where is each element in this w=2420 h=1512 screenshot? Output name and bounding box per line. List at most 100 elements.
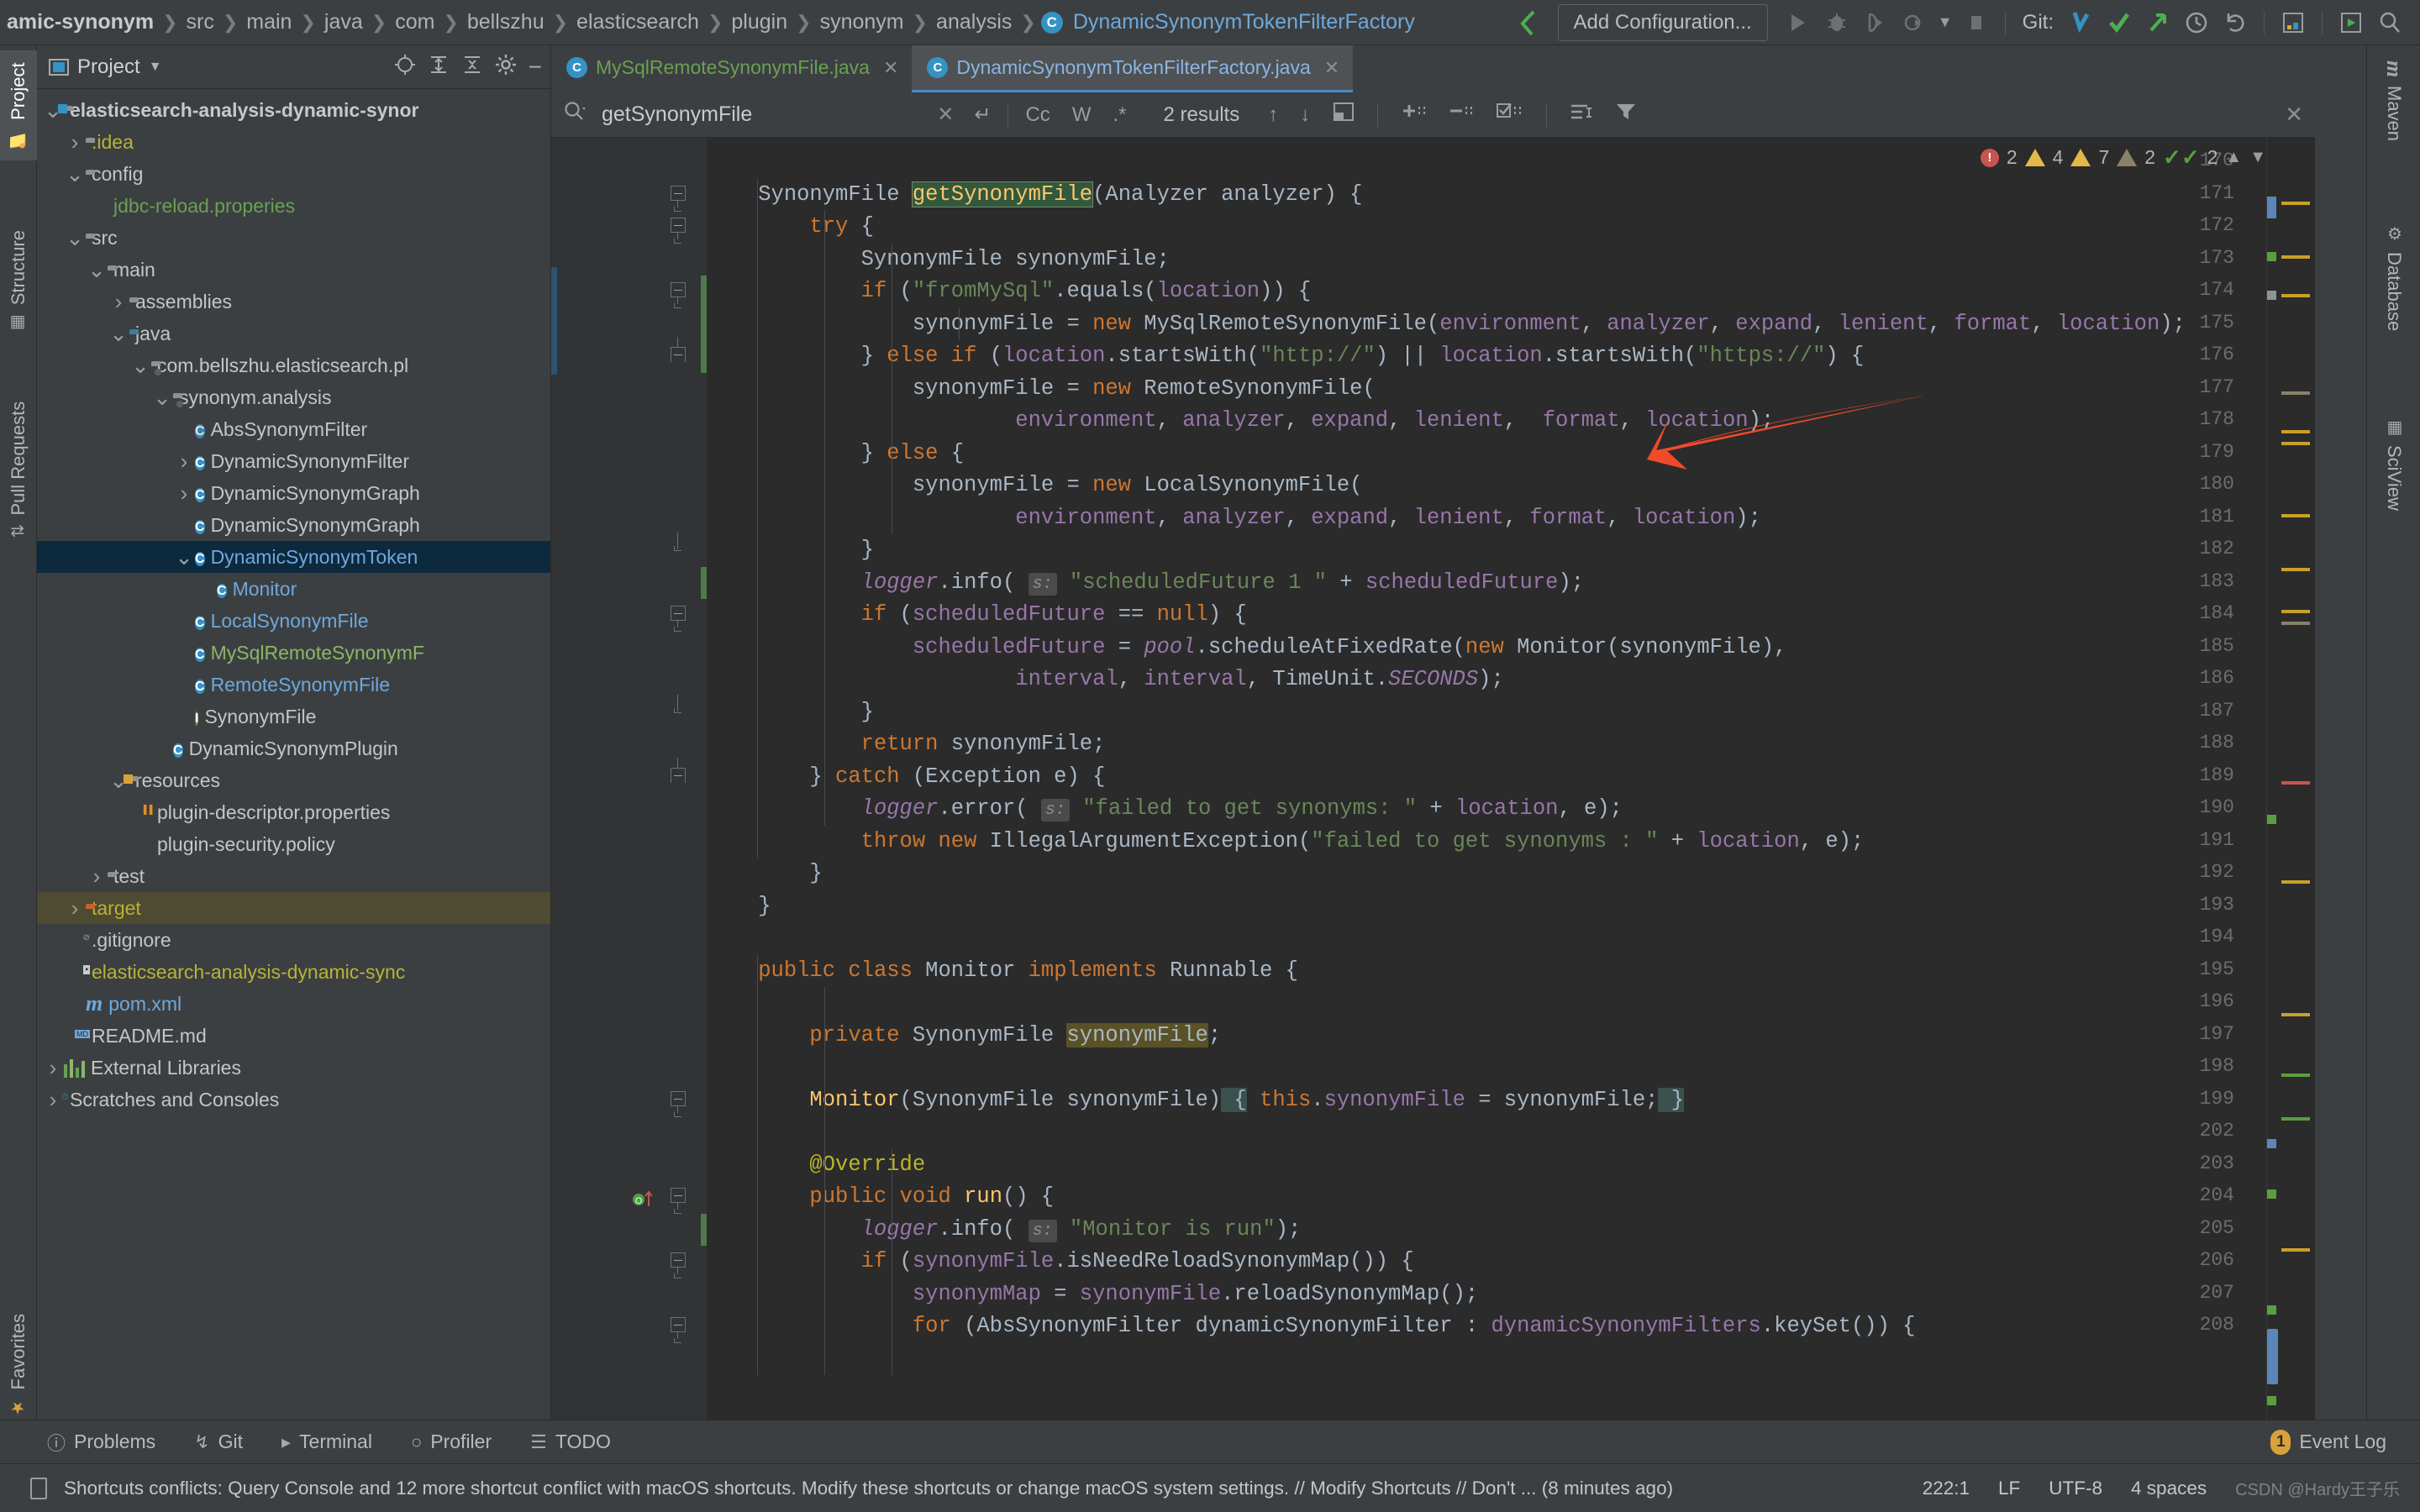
code-content[interactable]: SynonymFile getSynonymFile(Analyzer anal… — [707, 138, 2315, 1433]
filter-sort-icon[interactable] — [1569, 101, 1594, 129]
clear-icon[interactable]: ✕ — [937, 102, 954, 127]
find-input[interactable]: getSynonymFile — [602, 102, 752, 127]
code-line[interactable]: } — [707, 858, 822, 890]
tree-node[interactable]: ⌄ resources — [37, 764, 550, 796]
tree-node[interactable]: ▪ elasticsearch-analysis-dynamic-sync — [37, 956, 550, 988]
close-icon[interactable]: ✕ — [883, 57, 898, 79]
breadcrumb-item-class[interactable]: DynamicSynonymTokenFilterFactory — [1070, 10, 1418, 34]
code-line[interactable]: } catch (Exception e) { — [707, 761, 1105, 794]
run-with-coverage-icon[interactable] — [1857, 4, 1894, 41]
chevron-right-icon[interactable]: › — [64, 895, 86, 921]
chevron-right-icon[interactable]: › — [108, 289, 129, 315]
select-occurrences-icon[interactable] — [1494, 100, 1524, 129]
search-dropdown-icon[interactable] — [563, 100, 588, 129]
sidebar-item-maven[interactable]: m Maven — [2367, 50, 2420, 151]
code-line[interactable]: } else if (location.startsWith("http://"… — [707, 340, 1865, 373]
words-toggle[interactable]: W — [1072, 103, 1092, 127]
code-line[interactable]: scheduledFuture = pool.scheduleAtFixedRa… — [707, 632, 1787, 664]
new-line-icon[interactable]: ↵ — [974, 102, 991, 127]
code-line[interactable]: if ("fromMySql".equals(location)) { — [707, 276, 1312, 308]
gear-icon[interactable] — [495, 54, 517, 81]
code-line[interactable]: interval, interval, TimeUnit.SECONDS); — [707, 664, 1504, 696]
tree-node[interactable]: › External Libraries — [37, 1052, 550, 1084]
tree-node[interactable]: m pom.xml — [37, 988, 550, 1020]
bottom-item-problems[interactable]: ⓘ Problems — [47, 1429, 155, 1456]
status-message[interactable]: Shortcuts conflicts: Query Console and 1… — [64, 1478, 1673, 1499]
code-fold-icon[interactable] — [671, 185, 689, 212]
tree-node[interactable]: › target — [37, 892, 550, 924]
hide-panel-icon[interactable]: − — [529, 55, 542, 78]
code-line[interactable]: for (AbsSynonymFilter dynamicSynonymFilt… — [707, 1310, 1916, 1343]
tree-node[interactable]: ⌄ synonym.analysis — [37, 381, 550, 413]
code-line[interactable]: if (synonymFile.isNeedReloadSynonymMap()… — [707, 1246, 1414, 1278]
stop-icon[interactable] — [1958, 4, 1995, 41]
collapse-all-icon[interactable] — [461, 54, 483, 81]
tree-node[interactable]: ⌄ elasticsearch-analysis-dynamic-synor — [37, 94, 550, 126]
code-line[interactable]: synonymFile = new LocalSynonymFile( — [707, 470, 1363, 502]
close-icon[interactable]: ✕ — [1324, 57, 1339, 79]
chevron-right-icon[interactable]: › — [64, 129, 86, 155]
chevron-right-icon[interactable]: › — [42, 1055, 64, 1081]
chevron-up-icon[interactable]: ▲ — [2225, 148, 2242, 167]
line-separator[interactable]: LF — [1998, 1478, 2020, 1499]
tree-node[interactable]: C DynamicSynonymGraph — [37, 509, 550, 541]
editor-marker-track[interactable] — [2266, 138, 2315, 1433]
caret-position[interactable]: 222:1 — [1923, 1478, 1970, 1499]
code-line[interactable]: } — [707, 890, 771, 923]
bottom-item-profiler[interactable]: ○ Profiler — [411, 1431, 492, 1453]
bottom-item-todo[interactable]: ☰ TODO — [530, 1431, 611, 1453]
tree-node[interactable]: MD README.md — [37, 1020, 550, 1052]
chevron-down-icon[interactable]: ⌄ — [173, 546, 195, 568]
structure-icon[interactable] — [2275, 4, 2312, 41]
bottom-item-event-log[interactable]: 1 Event Log — [2270, 1429, 2386, 1455]
rollback-icon[interactable] — [2217, 4, 2254, 41]
expand-all-icon[interactable] — [428, 54, 450, 81]
chevron-down-icon[interactable]: ⌄ — [64, 163, 86, 185]
add-configuration-button[interactable]: Add Configuration... — [1557, 3, 1768, 41]
editor-scrollbar-thumb[interactable] — [2267, 1329, 2278, 1384]
chevron-down-icon[interactable]: ⌄ — [108, 323, 129, 344]
git-push-icon[interactable] — [2139, 4, 2176, 41]
tree-node[interactable]: plugin-security.policy — [37, 828, 550, 860]
code-line[interactable]: public void run() { — [707, 1181, 1054, 1214]
breadcrumb-item-java[interactable]: java — [321, 10, 366, 34]
debug-icon[interactable] — [1818, 4, 1855, 41]
code-line[interactable]: try { — [707, 211, 874, 244]
code-line[interactable]: synonymFile = new RemoteSynonymFile( — [707, 373, 1376, 406]
code-fold-icon[interactable] — [671, 1317, 689, 1343]
prev-match-icon[interactable]: ↑ — [1268, 103, 1278, 127]
tree-node[interactable]: › C DynamicSynonymGraph — [37, 477, 550, 509]
indent-setting[interactable]: 4 spaces — [2131, 1478, 2207, 1499]
sidebar-item-structure[interactable]: ▦ Structure — [0, 218, 37, 345]
tree-node[interactable]: C RemoteSynonymFile — [37, 669, 550, 701]
tree-node[interactable]: ⌄ config — [37, 158, 550, 190]
breadcrumb-item-main[interactable]: main — [243, 10, 295, 34]
tree-node[interactable]: ⌄ src — [37, 222, 550, 254]
tree-node[interactable]: › ⏱ Scratches and Consoles — [37, 1084, 550, 1116]
code-line[interactable]: } — [707, 696, 874, 729]
next-match-icon[interactable]: ↓ — [1300, 103, 1310, 127]
search-icon[interactable] — [2371, 4, 2408, 41]
breadcrumb-item-bellszhu[interactable]: bellszhu — [464, 10, 548, 34]
bottom-item-terminal[interactable]: ▸ Terminal — [281, 1431, 372, 1453]
breadcrumb-item-elasticsearch[interactable]: elasticsearch — [573, 10, 702, 34]
remove-selection-icon[interactable] — [1447, 100, 1476, 129]
tree-node[interactable]: ⌄ C DynamicSynonymToken — [37, 541, 550, 573]
git-commit-icon[interactable] — [2101, 4, 2138, 41]
code-line[interactable]: } — [707, 534, 874, 567]
code-line[interactable]: environment, analyzer, expand, lenient, … — [707, 405, 1774, 438]
breadcrumb-item-synonym[interactable]: synonym — [817, 10, 908, 34]
sidebar-item-sciview[interactable]: ▦ SciView — [2367, 407, 2420, 521]
breadcrumb[interactable]: amic-synonym ❯ src ❯ main ❯ java ❯ com ❯… — [0, 10, 1418, 34]
code-fold-icon[interactable] — [671, 1090, 689, 1117]
inspection-summary[interactable]: ! 2 4 7 2 ✓✓ 2 ▲ ▼ — [1980, 144, 2266, 171]
filter-icon[interactable] — [1614, 101, 1638, 129]
override-method-icon[interactable]: O — [632, 1188, 659, 1214]
code-fold-icon[interactable] — [671, 606, 689, 632]
breadcrumb-item-plugin[interactable]: plugin — [728, 10, 791, 34]
close-find-icon[interactable]: ✕ — [2285, 102, 2303, 128]
code-fold-icon[interactable] — [671, 1252, 689, 1278]
code-line[interactable]: SynonymFile getSynonymFile(Analyzer anal… — [707, 179, 1362, 212]
tree-node[interactable]: jdbc-reload.properies — [37, 190, 550, 222]
code-line[interactable]: private SynonymFile synonymFile; — [707, 1020, 1221, 1053]
